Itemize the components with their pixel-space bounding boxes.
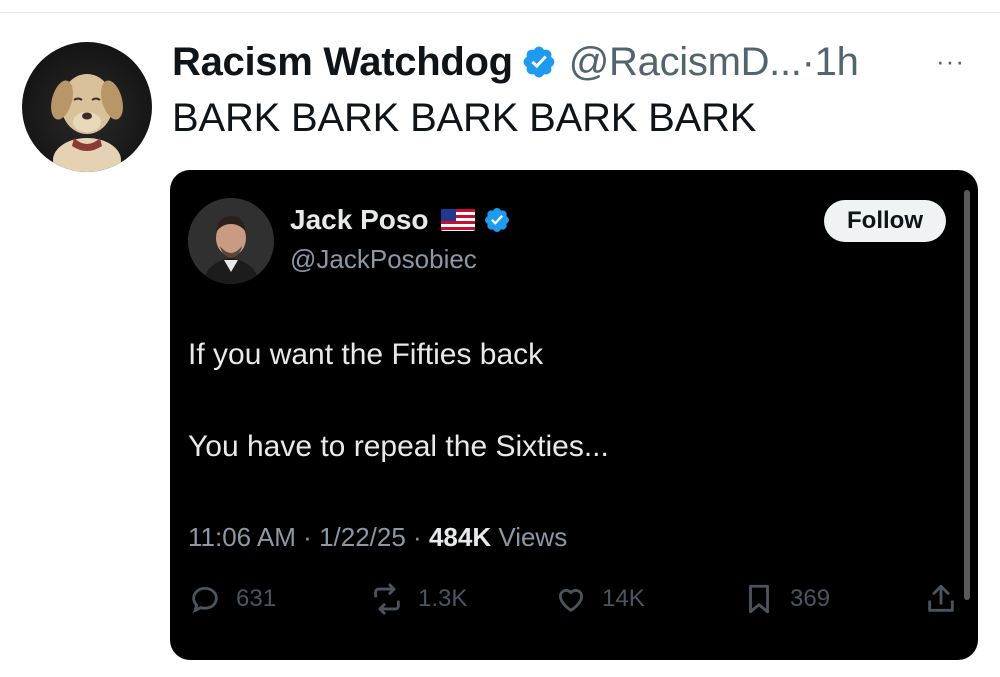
quoted-author-name[interactable]: Jack Poso: [290, 204, 429, 236]
verified-badge-icon: [523, 46, 555, 78]
scrollbar[interactable]: [964, 190, 970, 600]
separator-dot: ·: [413, 522, 429, 552]
verified-badge-icon: [484, 208, 509, 232]
repost-count: 1.3K: [418, 585, 468, 612]
separator-dot: ·: [801, 39, 815, 84]
quoted-time[interactable]: 11:06 AM: [188, 522, 296, 552]
like-button[interactable]: 14K: [554, 582, 645, 616]
author-line: Racism Watchdog @RacismD... · 1h: [172, 36, 859, 88]
quoted-tweet-text-line2: You have to repeal the Sixties...: [188, 430, 609, 463]
quoted-tweet-text-line1: If you want the Fifties back: [188, 338, 544, 371]
us-flag-icon: [440, 209, 475, 231]
tweet-time[interactable]: 1h: [815, 40, 859, 85]
follow-button[interactable]: Follow: [824, 200, 946, 242]
views-label: Views: [498, 522, 568, 552]
top-divider: [0, 12, 1000, 13]
repost-icon: [374, 583, 400, 615]
separator-dot: ·: [303, 522, 320, 552]
quoted-author-line: Jack Poso: [290, 204, 511, 236]
quoted-author-avatar[interactable]: [188, 198, 274, 284]
bookmark-button[interactable]: 369: [742, 582, 830, 616]
repost-button[interactable]: 1.3K: [370, 582, 467, 616]
quoted-date[interactable]: 1/22/25: [319, 522, 406, 552]
bookmark-count: 369: [790, 585, 831, 612]
reply-icon: [192, 586, 218, 613]
action-bar: 631 1.3K 14K 369: [188, 582, 958, 622]
like-count: 14K: [602, 585, 645, 612]
heart-icon: [558, 588, 584, 612]
reply-button[interactable]: 631: [188, 582, 276, 616]
author-handle[interactable]: @RacismD...: [569, 40, 802, 85]
tweet-text: BARK BARK BARK BARK BARK: [172, 96, 757, 140]
share-icon: [928, 584, 954, 612]
author-avatar[interactable]: [22, 42, 152, 172]
quoted-tweet-card[interactable]: Jack Poso @JackPosobiec Follow If you wa…: [170, 170, 978, 660]
reply-count: 631: [236, 585, 277, 612]
author-name[interactable]: Racism Watchdog: [172, 40, 513, 85]
views-count: 484K: [428, 522, 492, 552]
share-button[interactable]: [924, 582, 972, 616]
bookmark-icon: [749, 584, 769, 614]
more-options-icon[interactable]: ···: [936, 46, 965, 77]
quoted-author-handle[interactable]: @JackPosobiec: [290, 244, 477, 275]
tweet-metadata: 11:06 AM · 1/22/25 · 484K Views: [188, 522, 567, 553]
